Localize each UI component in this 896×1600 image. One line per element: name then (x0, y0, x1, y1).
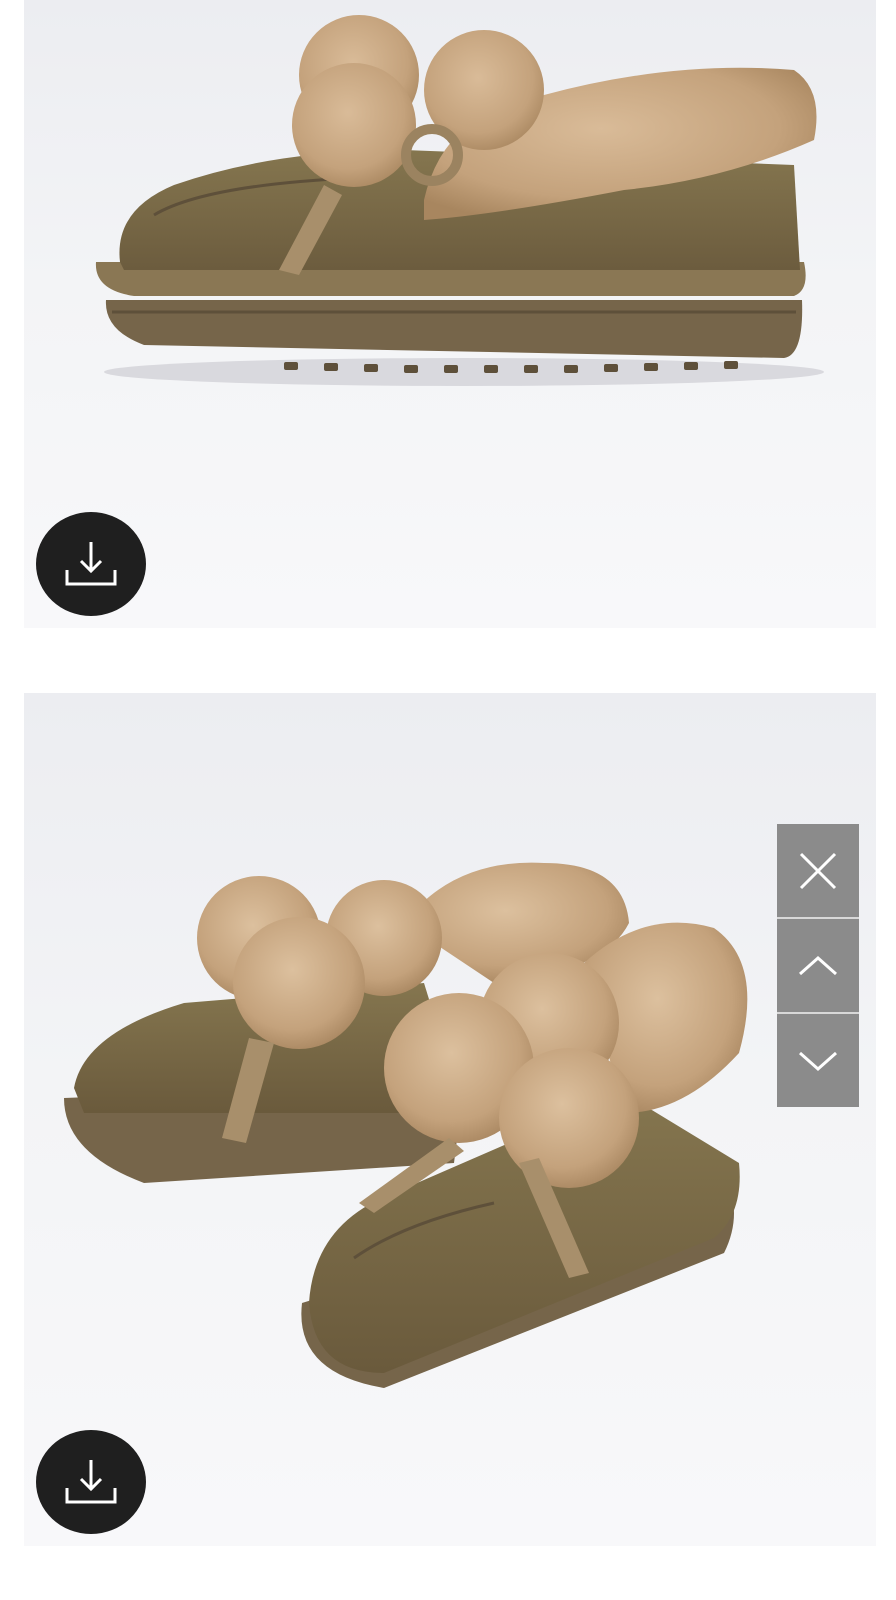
next-button[interactable] (777, 1012, 859, 1107)
viewer-controls (777, 824, 859, 1107)
download-button[interactable] (36, 512, 146, 616)
download-icon (65, 1460, 117, 1504)
product-photo-side-view (24, 0, 876, 628)
close-icon (799, 852, 837, 889)
shoe-pair-illustration (64, 862, 748, 1388)
download-button[interactable] (36, 1430, 146, 1534)
close-button[interactable] (777, 824, 859, 917)
chevron-up-icon (799, 955, 837, 975)
product-photo-pair-view (24, 693, 876, 1546)
product-gallery-page (0, 0, 896, 1600)
download-icon (65, 542, 117, 586)
shoe-side-illustration (95, 15, 824, 386)
chevron-down-icon (799, 1051, 837, 1071)
previous-button[interactable] (777, 917, 859, 1012)
